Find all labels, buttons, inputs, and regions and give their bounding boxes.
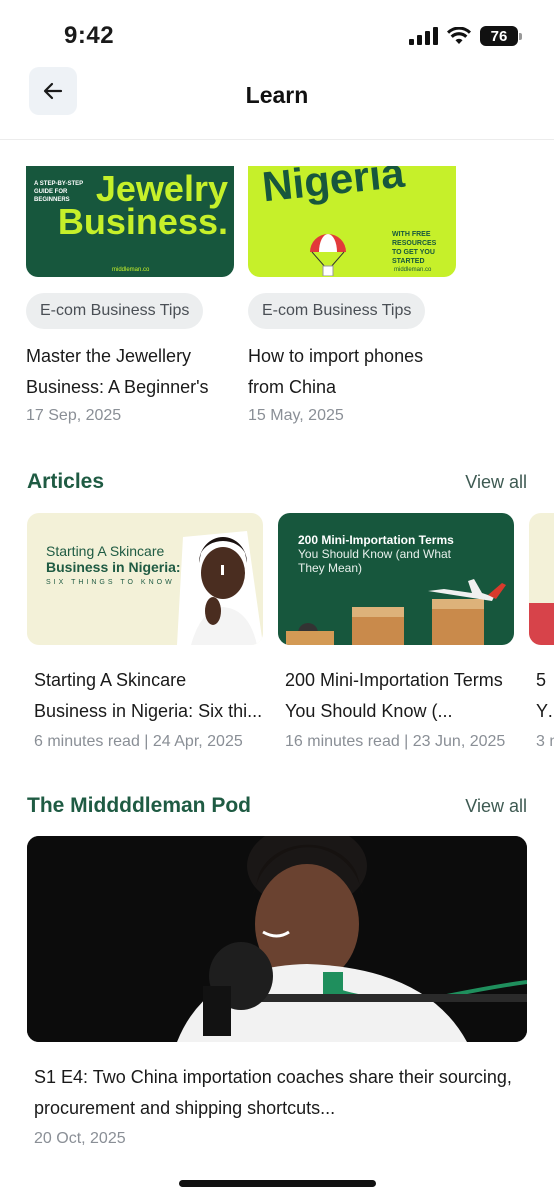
- wifi-icon: [447, 27, 471, 44]
- article-meta: 16 minutes read | 23 Jun, 2025: [285, 733, 506, 750]
- articles-view-all-link[interactable]: View all: [465, 472, 527, 493]
- thumb-brand: middleman.co: [112, 267, 150, 273]
- guide-date: 17 Sep, 2025: [26, 407, 122, 424]
- article-thumbnail: [529, 513, 554, 645]
- article-card[interactable]: 200 Mini-Importation Terms You Should Kn…: [278, 513, 514, 751]
- guide-thumbnail: A STEP-BY-STEP GUIDE FOR BEGINNERS Jewel…: [26, 166, 234, 277]
- article-meta: 6 minutes read | 24 Apr, 2025: [34, 733, 243, 750]
- thumb-line2: Business in Nigeria:: [46, 559, 181, 575]
- thumb-subtext: WITH FREE RESOURCES TO GET YOU STARTED: [392, 231, 437, 265]
- thumb-brand: middleman.co: [394, 267, 432, 273]
- article-title: 200 Mini-Importation Terms You Should Kn…: [285, 670, 503, 721]
- page-header: Learn: [0, 66, 554, 140]
- section-title: The Middddleman Pod: [27, 794, 251, 817]
- category-badge: E-com Business Tips: [248, 293, 426, 329]
- podcast-episode-title[interactable]: S1 E4: Two China importation coaches sha…: [34, 1062, 524, 1124]
- article-title: 5 Yu...: [536, 670, 554, 721]
- signal-icon: [409, 27, 438, 45]
- thumb-line3: SIX THINGS TO KNOW: [46, 579, 175, 586]
- thumb-line2: You Should Know (and What They Mean): [298, 547, 451, 575]
- status-time: 9:42: [64, 22, 115, 49]
- thumb-line1: 200 Mini-Importation Terms: [298, 533, 454, 547]
- podcast-header: The Middddleman Pod View all: [27, 794, 527, 818]
- articles-header: Articles View all: [27, 470, 527, 494]
- section-title: Articles: [27, 470, 105, 493]
- home-indicator[interactable]: [179, 1180, 376, 1187]
- battery-icon: 76: [480, 26, 522, 46]
- article-card[interactable]: Starting A Skincare Business in Nigeria:…: [27, 513, 263, 751]
- article-thumbnail: Starting A Skincare Business in Nigeria:…: [27, 513, 263, 645]
- guide-card[interactable]: A STEP-BY-STEP GUIDE FOR BEGINNERS Jewel…: [26, 166, 234, 425]
- page-title: Learn: [245, 82, 309, 108]
- guide-title: How to import phones from China: [248, 346, 424, 397]
- podcast-view-all-link[interactable]: View all: [465, 796, 527, 817]
- podcast-thumbnail[interactable]: [27, 836, 527, 1042]
- category-badge: E-com Business Tips: [26, 293, 204, 329]
- podcast-guest-photo: [27, 836, 527, 1042]
- article-thumbnail: 200 Mini-Importation Terms You Should Kn…: [278, 513, 514, 645]
- person-photo: [177, 531, 263, 645]
- guide-date: 15 May, 2025: [248, 407, 344, 424]
- thumb-heading: Jewelry Business.: [57, 168, 228, 242]
- parachute-icon: [310, 234, 346, 276]
- article-card[interactable]: 5 Yu... 3 m: [529, 513, 554, 751]
- article-title: Starting A Skincare Business in Nigeria:…: [34, 670, 263, 721]
- guide-thumbnail: Nigeria WITH FREE RESOURCES TO GET YOU S…: [248, 166, 456, 277]
- boxes-airplane-illustration: [286, 579, 506, 645]
- status-icons: 76: [409, 26, 522, 46]
- thumb-heading: Nigeria: [259, 166, 407, 211]
- article-meta: 3 m: [536, 733, 554, 750]
- status-bar: 9:42 76: [0, 0, 554, 66]
- guide-card[interactable]: Nigeria WITH FREE RESOURCES TO GET YOU S…: [248, 166, 456, 425]
- guide-title: Master the Jewellery Business: A Beginne…: [26, 346, 209, 397]
- podcast-episode-date: 20 Oct, 2025: [34, 1130, 126, 1147]
- thumb-line1: Starting A Skincare: [46, 543, 165, 559]
